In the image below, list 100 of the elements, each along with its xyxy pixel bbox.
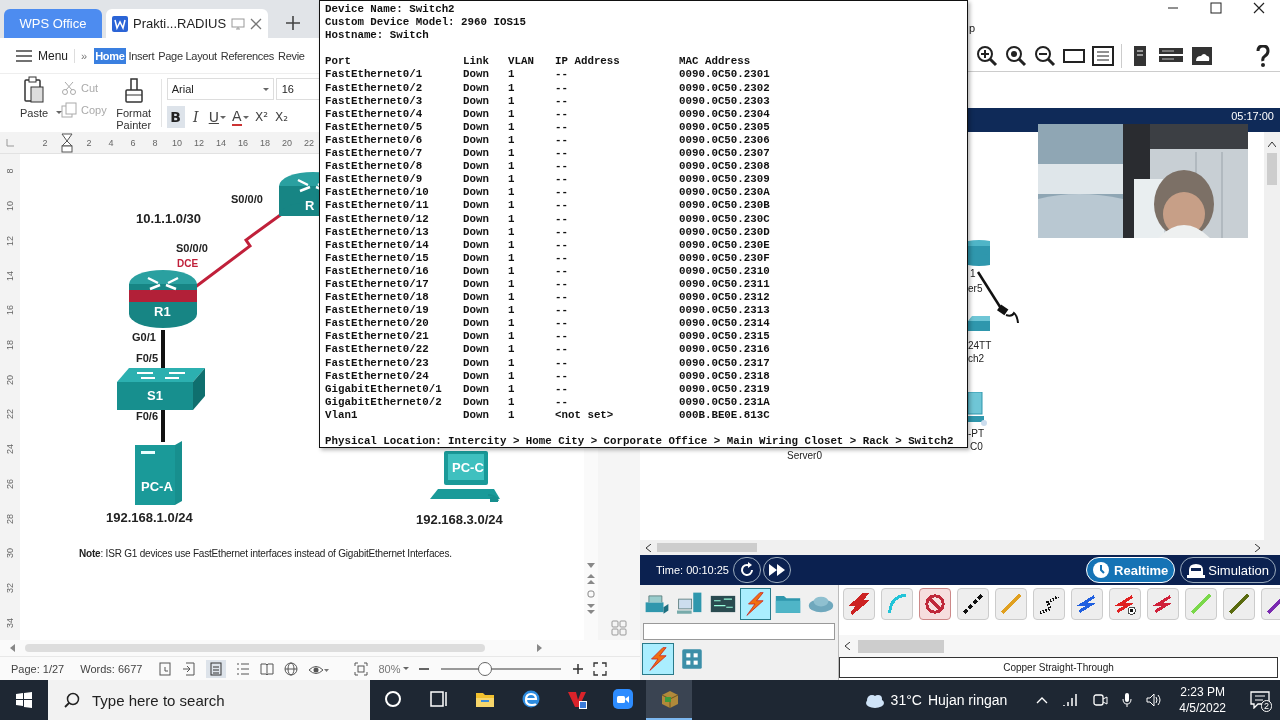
table-cell-text: -- — [555, 94, 569, 108]
table-cell-text: 1 — [508, 120, 516, 134]
device-label: C0 — [970, 441, 983, 452]
ruler-number: 10 — [171, 137, 183, 148]
table-cell-text: 0090.0C50.2309 — [679, 173, 771, 187]
device-label: Server0 — [787, 450, 822, 461]
table-cell-text: -- — [555, 225, 569, 239]
table-cell-text: 1 — [508, 107, 516, 121]
interface-label: F0/6 — [136, 410, 158, 422]
table-cell-text: Down — [463, 81, 490, 95]
table-cell-text: Down — [463, 356, 490, 370]
table-cell-text: 0090.0C50.2301 — [679, 68, 771, 82]
table-cell-text: 0090.0C50.230D — [679, 225, 771, 239]
table-cell-text: FastEthernet0/20 — [325, 317, 430, 331]
table-cell-text: Down — [463, 94, 490, 108]
table-cell-text: -- — [555, 395, 569, 409]
table-cell-text: GigabitEthernet0/2 — [325, 395, 443, 409]
table-cell-text: 0090.0C50.230E — [679, 238, 771, 252]
info-line: Custom Device Model: 2960 IOS15 — [325, 16, 527, 30]
ruler-number: 6 — [129, 137, 137, 148]
table-cell-text: Down — [463, 277, 490, 292]
table-cell-text: FastEthernet0/1 — [325, 68, 424, 82]
table-cell-text: 0090.0C50.2311 — [679, 277, 771, 292]
table-cell-text: 0090.0C50.230B — [679, 199, 771, 213]
location-line: Physical Location: Intercity > Home City > Corporate Office > Main Wiring Closet > Rack > Switch2 — [325, 435, 955, 449]
table-cell-text: Down — [463, 264, 490, 278]
table-cell-text: -- — [555, 147, 569, 161]
device-label: R1 — [154, 304, 171, 319]
table-cell-text: Down — [463, 395, 490, 409]
table-cell-text: Down — [463, 199, 490, 213]
table-cell-text: Down — [463, 107, 490, 121]
table-cell-text: Down — [463, 343, 490, 357]
table-cell-text: -- — [555, 212, 569, 226]
ruler-number: 20 — [5, 374, 15, 385]
table-cell-text: 0090.0C50.231A — [679, 395, 771, 409]
table-cell-text: 0090.0C50.2318 — [679, 369, 771, 383]
table-cell-text: FastEthernet0/4 — [325, 107, 424, 121]
table-cell-text: -- — [555, 343, 569, 357]
table-cell-text: -- — [555, 304, 569, 318]
table-cell-text: Down — [463, 408, 490, 422]
interface-label: F0/5 — [136, 352, 158, 364]
table-cell-text: 1 — [508, 238, 516, 252]
ruler-number: 22 — [5, 409, 15, 420]
table-cell-text: 0090.0C50.2319 — [679, 382, 771, 396]
table-cell-text: FastEthernet0/9 — [325, 173, 424, 187]
table-cell-text: 1 — [508, 68, 516, 82]
table-cell-text: -- — [555, 369, 569, 383]
table-cell-text: FastEthernet0/5 — [325, 120, 424, 134]
table-cell-text: 1 — [508, 395, 516, 409]
network-label: 192.168.3.0/24 — [416, 512, 503, 527]
table-cell-text: Down — [463, 291, 490, 305]
table-cell-text: 000B.BE0E.813C — [679, 408, 771, 422]
table-cell-text: 1 — [508, 199, 516, 213]
table-cell-text: FastEthernet0/21 — [325, 330, 430, 344]
table-cell-text: -- — [555, 133, 569, 148]
table-cell-text: 1 — [508, 277, 516, 292]
network-label: 192.168.1.0/24 — [106, 510, 193, 525]
interface-label: S0/0/0 — [176, 242, 208, 254]
table-cell-text: 0090.0C50.2316 — [679, 343, 771, 357]
ruler-number: 8 — [151, 137, 159, 148]
device-label: 24TT — [968, 340, 992, 351]
word-count: Words: 6677 — [80, 662, 143, 675]
table-cell-text: 1 — [508, 408, 516, 422]
table-cell-text: -- — [555, 238, 569, 252]
table-cell-text: Down — [463, 186, 490, 200]
table-cell-text: 1 — [508, 382, 516, 396]
table-cell-text: Down — [463, 173, 490, 187]
table-cell-text: -- — [555, 160, 569, 174]
time-text: Time: 00:10:25 — [656, 564, 729, 576]
table-cell-text: Vlan1 — [325, 408, 359, 422]
table-cell-text: -- — [555, 277, 569, 292]
table-cell-text: 1 — [508, 343, 516, 357]
table-cell-text: FastEthernet0/18 — [325, 291, 430, 305]
device-label: -PT — [968, 428, 985, 439]
table-cell-text: FastEthernet0/3 — [325, 94, 424, 108]
table-cell-text: -- — [555, 199, 569, 213]
interface-label: DCE — [177, 258, 199, 269]
ruler-number: 30 — [5, 548, 15, 559]
table-cell-text: 0090.0C50.2315 — [679, 330, 771, 344]
table-cell-text: 1 — [508, 147, 516, 161]
table-cell-text: GigabitEthernet0/1 — [325, 382, 443, 396]
table-cell-text: 0090.0C50.2304 — [679, 107, 771, 121]
table-cell-text: Down — [463, 382, 490, 396]
device-label: ch2 — [968, 353, 985, 364]
ruler-number: 4 — [107, 137, 115, 148]
time-text: 2:23 PM — [1180, 684, 1225, 700]
notification-count: 2 — [1261, 700, 1272, 712]
table-cell-text: 1 — [508, 264, 516, 278]
table-cell-text: Down — [463, 147, 490, 161]
table-cell-text: 1 — [508, 304, 516, 318]
table-cell-text: 0090.0C50.2307 — [679, 147, 771, 161]
table-cell-text: 0090.0C50.2303 — [679, 94, 771, 108]
network-label: 10.1.1.0/30 — [136, 211, 202, 226]
table-cell-text: FastEthernet0/13 — [325, 225, 430, 239]
table-cell-text: 1 — [508, 291, 516, 305]
ruler-number: 12 — [5, 235, 15, 246]
ruler-number: 26 — [5, 478, 15, 489]
table-cell-text: 0090.0C50.2308 — [679, 160, 771, 174]
ruler-number: 2 — [85, 137, 93, 148]
table-cell-text: 1 — [508, 225, 516, 239]
